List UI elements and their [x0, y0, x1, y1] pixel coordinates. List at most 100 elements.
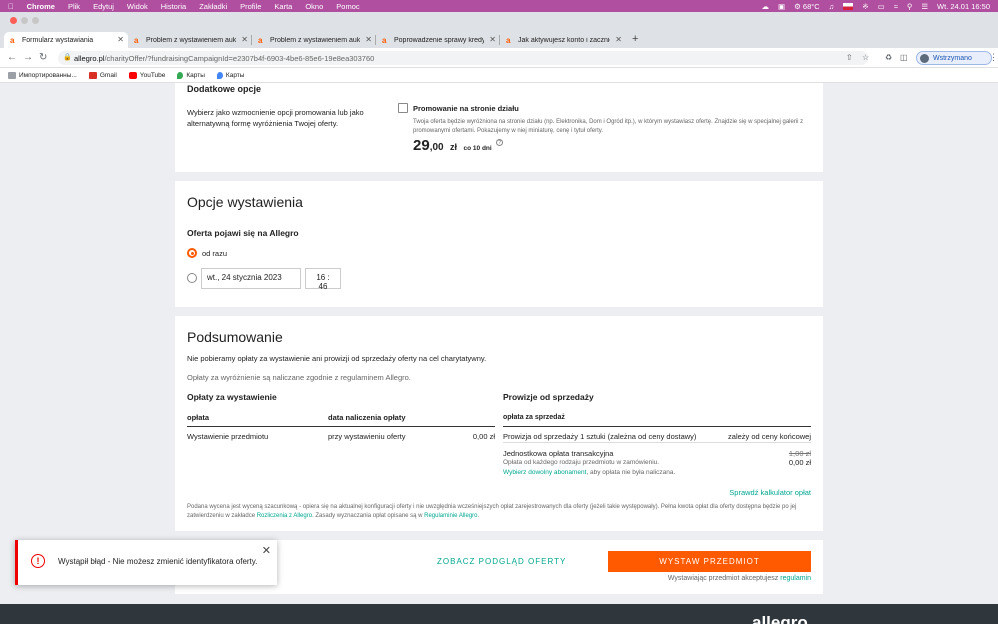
- avatar: [920, 54, 929, 63]
- thermometer-icon[interactable]: ⚙ 68°C: [794, 2, 820, 11]
- battery-icon[interactable]: ▭: [878, 2, 885, 11]
- bookmark-label: Импортированны...: [19, 71, 77, 79]
- bookmark-gmail[interactable]: Gmail: [88, 71, 117, 79]
- tab-formularz[interactable]: a Formularz wystawiania ✕: [4, 32, 128, 48]
- bookmark-label: Gmail: [99, 71, 117, 79]
- minimize-window-icon[interactable]: [21, 17, 28, 24]
- close-tab-icon[interactable]: ✕: [241, 35, 248, 44]
- menu-item-pomoc[interactable]: Pomoc: [336, 2, 359, 11]
- summary-disclaimer: Podana wycena jest wyceną szacunkową - o…: [187, 503, 811, 521]
- radio-now[interactable]: [187, 248, 197, 258]
- clock[interactable]: Wt. 24.01 16:50: [937, 2, 990, 11]
- menu-item-zakladki[interactable]: Zakładki: [199, 2, 227, 11]
- price-decimal: ,00: [429, 142, 444, 153]
- radio-now-label[interactable]: od razu: [202, 249, 227, 258]
- sidepanel-icon[interactable]: ◫: [900, 53, 908, 62]
- bookmark-youtube[interactable]: YouTube: [128, 71, 165, 79]
- tab-jak-aktywujesz[interactable]: a Jak aktywujesz konto i zacznie ✕: [500, 32, 626, 48]
- fee-calculator-link[interactable]: Sprawdź kalkulator opłat: [705, 488, 811, 497]
- page-footer: allegro: [0, 604, 998, 624]
- subscription-hint-text: , aby opłata nie była naliczana.: [586, 469, 676, 476]
- tab-label: Formularz wystawiania: [22, 36, 94, 44]
- reload-icon[interactable]: ↻: [39, 52, 47, 63]
- menu-app-name[interactable]: Chrome: [27, 2, 55, 11]
- listing-fees-header-date: data naliczenia opłaty: [328, 413, 406, 422]
- folder-icon: [8, 71, 16, 79]
- search-icon[interactable]: ⚲: [907, 2, 913, 11]
- polish-flag-icon[interactable]: [843, 2, 854, 10]
- section-description: Wybierz jako wzmocnienie opcji promowani…: [187, 108, 364, 128]
- allegro-favicon-icon: a: [506, 35, 511, 45]
- bluetooth-icon[interactable]: ※: [862, 2, 868, 11]
- divider: [187, 426, 495, 427]
- forward-icon[interactable]: →: [23, 52, 33, 63]
- allegro-logo[interactable]: allegro: [752, 613, 808, 624]
- error-message: Wystąpił błąd - Nie możesz zmienić ident…: [58, 557, 258, 566]
- back-icon[interactable]: ←: [7, 52, 17, 63]
- menu-item-okno[interactable]: Okno: [305, 2, 323, 11]
- error-toast: ! Wystąpił błąd - Nie możesz zmienić ide…: [15, 540, 277, 585]
- regulations-link[interactable]: Regulaminie Allegro: [424, 513, 477, 519]
- info-icon[interactable]: ?: [496, 139, 504, 146]
- commission-row-value: zależy od ceny końcowej: [728, 432, 811, 441]
- menu-item-plik[interactable]: Plik: [68, 2, 80, 11]
- summary-card: Podsumowanie Nie pobieramy opłaty za wys…: [175, 316, 823, 531]
- menu-item-profile[interactable]: Profile: [240, 2, 261, 11]
- maximize-window-icon[interactable]: [32, 17, 39, 24]
- menu-item-karta[interactable]: Karta: [274, 2, 292, 11]
- listing-options-card: Opcje wystawienia Oferta pojawi się na A…: [175, 181, 823, 307]
- transaction-fee-desc: Opłata od każdego rodzaju przedmiotu w z…: [503, 459, 660, 466]
- promo-price: 29,00 zł co 10 dni ?: [413, 137, 504, 155]
- tab-problem-1[interactable]: a Problem z wystawieniem aukcji ✕: [128, 32, 252, 48]
- profile-button[interactable]: Wstrzymano: [916, 51, 992, 65]
- bookmark-maps-2[interactable]: Карты: [216, 71, 244, 79]
- lock-icon[interactable]: 🔒: [63, 53, 72, 61]
- close-window-icon[interactable]: [10, 17, 17, 24]
- transaction-fee-name: Jednostkowa opłata transakcyjna: [503, 449, 614, 458]
- url-field[interactable]: 🔒 allegro.pl/charityOffer/?fundraisingCa…: [58, 51, 868, 65]
- close-icon[interactable]: ✕: [262, 544, 271, 557]
- preview-offer-button[interactable]: ZOBACZ PODGLĄD OFERTY: [437, 557, 566, 566]
- menu-item-historia[interactable]: Historia: [161, 2, 186, 11]
- close-tab-icon[interactable]: ✕: [489, 35, 496, 44]
- time-input[interactable]: 16 : 46: [305, 268, 341, 291]
- tab-problem-2[interactable]: a Problem z wystawieniem aukcji ✕: [252, 32, 376, 48]
- subscription-link[interactable]: Wybierz dowolny abonament: [503, 469, 586, 476]
- terms-link[interactable]: regulamin: [780, 575, 811, 582]
- tab-poprowadzenie[interactable]: a Poprowadzenie sprawy kredytowej ✕: [376, 32, 500, 48]
- date-input[interactable]: wt., 24 stycznia 2023: [201, 268, 301, 289]
- wifi-icon[interactable]: ≈: [894, 2, 898, 11]
- temperature-value: 68°C: [802, 1, 820, 11]
- control-center-icon[interactable]: ☰: [921, 2, 928, 11]
- promo-option-label[interactable]: Promowanie na stronie działu: [413, 104, 519, 113]
- radio-scheduled[interactable]: [187, 273, 197, 283]
- close-tab-icon[interactable]: ✕: [117, 35, 124, 44]
- new-tab-icon[interactable]: +: [632, 33, 638, 45]
- apple-icon[interactable]: : [8, 2, 14, 11]
- listing-fee-date: przy wystawieniu oferty: [328, 432, 406, 441]
- promo-checkbox[interactable]: [398, 103, 408, 113]
- display-icon[interactable]: ▣: [778, 2, 785, 11]
- cloud-icon[interactable]: ☁: [762, 2, 770, 11]
- accept-terms-label: Wystawiając przedmiot akceptujesz: [667, 575, 781, 582]
- menu-item-edytuj[interactable]: Edytuj: [93, 2, 114, 11]
- transaction-fee-new: 0,00 zł: [788, 458, 811, 467]
- bookmark-maps-1[interactable]: Карты: [177, 71, 205, 79]
- listing-fee-name: Wystawienie przedmiotu: [187, 432, 269, 441]
- bookmark-imported[interactable]: Импортированны...: [8, 71, 77, 79]
- sound-icon[interactable]: ♫: [829, 2, 835, 11]
- url-host: allegro.pl: [74, 54, 105, 63]
- bookmark-star-icon[interactable]: ☆: [862, 53, 869, 62]
- close-tab-icon[interactable]: ✕: [365, 35, 372, 44]
- maps-icon: [216, 71, 223, 79]
- close-tab-icon[interactable]: ✕: [615, 35, 622, 44]
- extensions-icon[interactable]: ♻: [885, 53, 892, 62]
- gmail-icon: [88, 71, 97, 79]
- allegro-favicon-icon: a: [258, 35, 263, 45]
- price-integer: 29: [413, 137, 430, 154]
- menu-item-widok[interactable]: Widok: [127, 2, 148, 11]
- share-icon[interactable]: ⇧: [846, 53, 853, 62]
- settlements-link[interactable]: Rozliczenia z Allegro: [257, 513, 312, 519]
- menu-kebab-icon[interactable]: ⋮: [989, 52, 998, 63]
- submit-listing-button[interactable]: WYSTAW PRZEDMIOT: [608, 551, 811, 572]
